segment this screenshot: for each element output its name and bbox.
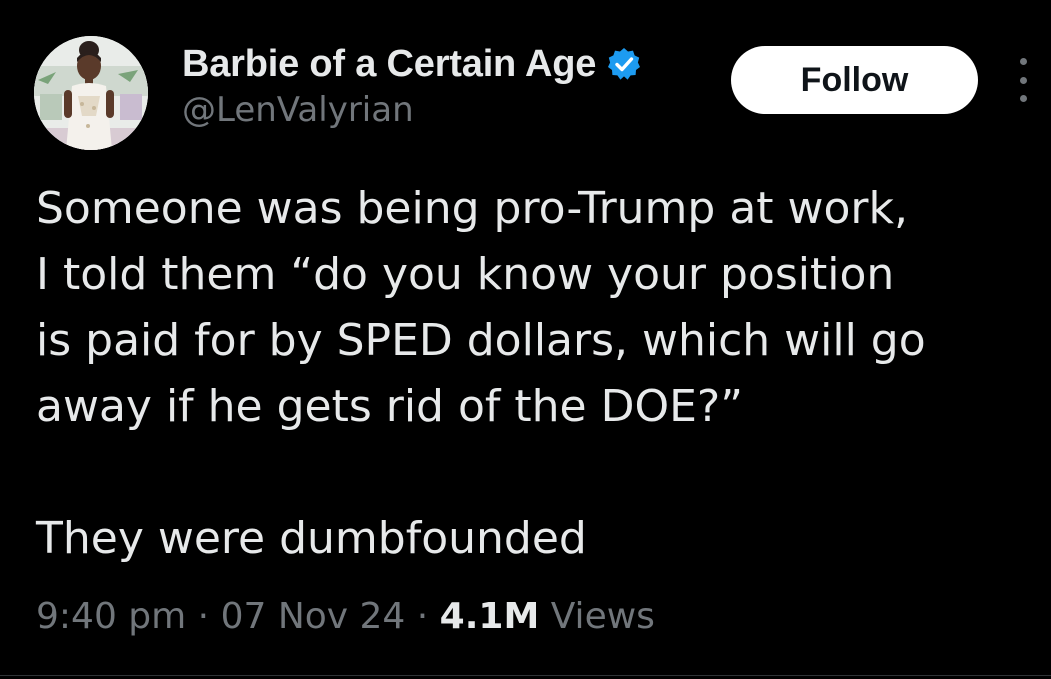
- tweet-text-line: is paid for by SPED dollars, which will …: [36, 315, 926, 366]
- tweet-text-line: I told them “do you know your position: [36, 249, 895, 300]
- tweet-text-line: They were dumbfounded: [36, 513, 587, 564]
- tweet-card: Barbie of a Certain Age @LenValyrian Fol…: [0, 0, 1051, 679]
- tweet-metadata: 9:40 pm · 07 Nov 24 · 4.1M Views: [36, 596, 655, 637]
- author-handle[interactable]: @LenValyrian: [182, 90, 414, 130]
- tweet-time[interactable]: 9:40 pm: [36, 596, 186, 637]
- meta-separator: ·: [405, 596, 440, 637]
- tweet-date[interactable]: 07 Nov 24: [221, 596, 406, 637]
- views-count[interactable]: 4.1M: [440, 596, 540, 637]
- follow-button[interactable]: Follow: [731, 46, 978, 114]
- author-display-name[interactable]: Barbie of a Certain Age: [182, 43, 596, 86]
- tweet-text-line: Someone was being pro-Trump at work,: [36, 183, 908, 234]
- more-dot: [1019, 58, 1027, 65]
- more-dot: [1019, 95, 1027, 102]
- verified-badge-icon: [606, 46, 642, 82]
- more-dot: [1019, 76, 1027, 84]
- author-name-row[interactable]: Barbie of a Certain Age: [182, 40, 642, 88]
- avatar[interactable]: [34, 36, 148, 150]
- tweet-text-line: away if he gets rid of the DOE?”: [36, 381, 744, 432]
- views-label: Views: [539, 596, 655, 637]
- doll-avatar-icon: [34, 36, 148, 150]
- meta-separator: ·: [186, 596, 221, 637]
- tweet-text: Someone was being pro-Trump at work, I t…: [36, 176, 1036, 572]
- more-options-icon[interactable]: [1008, 58, 1038, 102]
- divider: [0, 675, 1051, 676]
